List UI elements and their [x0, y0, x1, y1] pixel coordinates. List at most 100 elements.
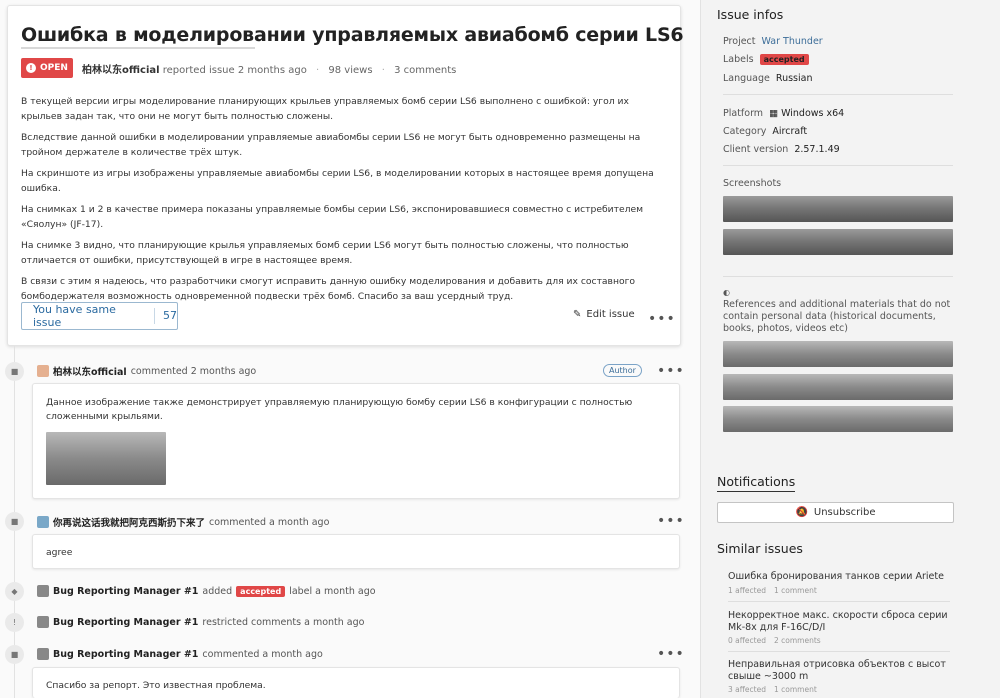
- sidebar: Issue infos Project War Thunder Labels acc…: [700, 0, 1000, 698]
- reference-thumbnail[interactable]: [723, 374, 953, 400]
- alert-comment-icon: !: [5, 613, 24, 632]
- alert-icon: !: [26, 63, 37, 73]
- edit-issue-button[interactable]: ✎ Edit issue: [573, 309, 635, 320]
- comment-text: agree: [46, 547, 73, 558]
- same-issue-button[interactable]: You have same issue 57: [21, 302, 178, 330]
- language-value: Russian: [775, 73, 813, 84]
- event-action: added: [202, 585, 233, 597]
- comment-author[interactable]: 柏林以东official: [53, 364, 127, 378]
- similar-issue-link[interactable]: Ошибка бронирования танков серии Ariete: [728, 571, 948, 583]
- comment-count: 2 comments: [773, 636, 821, 645]
- affected-count: 1 affected: [728, 586, 766, 595]
- similar-issues-title: Similar issues: [717, 541, 803, 556]
- avatar: [37, 365, 49, 377]
- screenshot-thumbnail[interactable]: [723, 196, 953, 222]
- comment-header: 你再说这话我就把阿克西斯扔下来了 commented a month ago: [37, 515, 329, 529]
- screenshots-title: Screenshots: [723, 178, 782, 189]
- similar-issue-meta: 1 affected 1 comment: [728, 586, 825, 595]
- same-issue-label: You have same issue: [33, 303, 116, 329]
- comment-icon: ■: [5, 362, 24, 381]
- status-badge: ! OPEN: [21, 58, 73, 78]
- divider: [723, 165, 953, 166]
- issue-meta: 柏林以东official reported issue 2 months ago…: [82, 61, 456, 76]
- body-paragraph: В текущей версии игры моделирование план…: [21, 96, 629, 122]
- issue-more-icon[interactable]: •••: [648, 312, 676, 326]
- category-row: Category Aircraft: [723, 126, 807, 137]
- reference-thumbnail[interactable]: [723, 341, 953, 367]
- same-issue-count: 57: [154, 308, 177, 324]
- event-row: Bug Reporting Manager #1 restricted comm…: [37, 616, 364, 628]
- screenshot-thumbnail[interactable]: [723, 229, 953, 255]
- platform-value: Windows x64: [781, 108, 845, 119]
- event-author[interactable]: Bug Reporting Manager #1: [53, 586, 198, 597]
- client-version-value: 2.57.1.49: [794, 144, 840, 155]
- event-row: Bug Reporting Manager #1 added accepted …: [37, 585, 376, 597]
- platform-label: Platform: [723, 108, 764, 119]
- avatar: [37, 516, 49, 528]
- comment-action: commented 2 months ago: [130, 365, 257, 377]
- similar-issue-meta: 3 affected 1 comment: [728, 685, 825, 694]
- category-value: Aircraft: [772, 126, 808, 137]
- comment-text: Спасибо за репорт. Это известная проблем…: [46, 680, 266, 691]
- labels-label: Labels: [723, 54, 754, 65]
- issue-card: Ошибка в моделировании управляемых авиаб…: [7, 5, 684, 346]
- divider: [723, 276, 953, 277]
- comment-card: agree: [32, 534, 680, 569]
- divider: [728, 651, 950, 652]
- meta-separator: ·: [316, 65, 320, 76]
- comment-more-icon[interactable]: •••: [657, 514, 685, 528]
- comment-card: Спасибо за репорт. Это известная проблем…: [32, 667, 680, 698]
- similar-issue-link[interactable]: Неправильная отрисовка объектов с высот …: [728, 659, 948, 683]
- unsubscribe-button[interactable]: 🔕 Unsubscribe: [717, 502, 954, 523]
- notifications-title: Notifications: [717, 474, 796, 492]
- windows-icon: ▦: [769, 108, 779, 119]
- edit-issue-label: Edit issue: [586, 309, 635, 320]
- views-count: 98 views: [328, 65, 373, 76]
- author-badge: Author: [603, 364, 642, 377]
- comment-action: commented a month ago: [202, 648, 323, 660]
- body-paragraph: На снимках 1 и 2 в качестве примера пока…: [21, 204, 644, 230]
- avatar: [37, 648, 49, 660]
- comment-more-icon[interactable]: •••: [657, 364, 685, 378]
- reference-thumbnail[interactable]: [723, 406, 953, 432]
- reported-text: reported issue 2 months ago: [162, 65, 307, 76]
- category-label: Category: [723, 126, 767, 137]
- affected-count: 3 affected: [728, 685, 766, 694]
- avatar: [37, 585, 49, 597]
- comment-author[interactable]: Bug Reporting Manager #1: [53, 649, 198, 660]
- language-label: Language: [723, 73, 770, 84]
- language-row: Language Russian: [723, 73, 812, 84]
- project-link[interactable]: War Thunder: [762, 36, 823, 47]
- bell-off-icon: 🔕: [795, 507, 808, 518]
- client-version-label: Client version: [723, 144, 789, 155]
- comment-more-icon[interactable]: •••: [657, 647, 685, 661]
- issue-title: Ошибка в моделировании управляемых авиаб…: [21, 24, 684, 46]
- similar-issue-meta: 0 affected 2 comments: [728, 636, 829, 645]
- issue-infos-title: Issue infos: [717, 7, 784, 22]
- avatar: [37, 616, 49, 628]
- similar-issue-link[interactable]: Некорректное макс. скорости сброса серии…: [728, 610, 948, 634]
- accepted-label: accepted: [236, 585, 286, 597]
- shield-icon: ◐: [723, 288, 730, 297]
- comment-image[interactable]: [46, 432, 166, 485]
- references-title: References and additional materials that…: [723, 299, 951, 334]
- comment-author[interactable]: 你再说这话我就把阿克西斯扔下来了: [53, 515, 205, 529]
- divider: [723, 94, 953, 95]
- event-action: restricted comments a month ago: [202, 616, 365, 628]
- client-version-row: Client version 2.57.1.49: [723, 144, 840, 155]
- issue-author[interactable]: 柏林以东official: [82, 65, 160, 76]
- comment-action: commented a month ago: [209, 516, 330, 528]
- comment-count: 1 comment: [773, 685, 817, 694]
- comment-count: 1 comment: [773, 586, 817, 595]
- affected-count: 0 affected: [728, 636, 766, 645]
- issue-body: В текущей версии игры моделирование план…: [21, 94, 661, 310]
- comment-card: Данное изображение также демонстрирует у…: [32, 383, 680, 499]
- status-label: OPEN: [40, 63, 68, 73]
- comment-header: 柏林以东official commented 2 months ago: [37, 364, 256, 378]
- comments-count: 3 comments: [394, 65, 457, 76]
- meta-separator: ·: [381, 65, 385, 76]
- labels-row: Labels accepted: [723, 54, 809, 65]
- comment-text: Данное изображение также демонстрирует у…: [46, 397, 633, 422]
- event-author[interactable]: Bug Reporting Manager #1: [53, 617, 198, 628]
- body-paragraph: В связи с этим я надеюсь, что разработчи…: [21, 276, 636, 302]
